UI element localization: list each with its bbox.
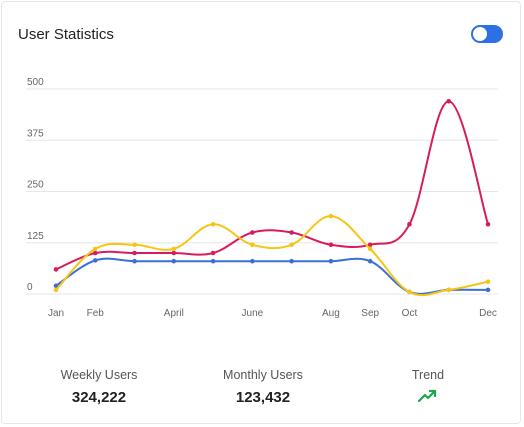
data-point	[53, 267, 59, 272]
chart-grid	[26, 88, 498, 295]
data-point	[485, 222, 491, 227]
data-point	[210, 222, 216, 227]
x-tick-label: Sep	[361, 308, 379, 319]
x-tick-label: Feb	[87, 308, 105, 319]
data-point	[446, 99, 452, 104]
data-point	[407, 289, 412, 295]
data-point	[446, 287, 452, 293]
trend-label: Trend	[411, 368, 445, 382]
data-point	[132, 242, 137, 248]
data-point	[485, 287, 491, 293]
monthly-users-stat: Monthly Users 123,432	[183, 368, 343, 406]
data-point	[92, 258, 98, 263]
chart-series	[53, 99, 491, 297]
x-axis-ticks: Jan Feb April June Aug Sep Oct Dec	[48, 308, 497, 319]
data-point	[328, 242, 334, 248]
weekly-users-stat: Weekly Users 324,222	[19, 368, 179, 406]
weekly-users-label: Weekly Users	[60, 368, 138, 382]
data-point	[328, 258, 334, 264]
monthly-users-value: 123,432	[235, 389, 291, 406]
x-tick-label: June	[242, 308, 264, 319]
series-line	[55, 215, 489, 297]
x-tick-label: Aug	[322, 308, 340, 319]
data-point	[407, 222, 412, 227]
y-tick-label: 125	[27, 231, 44, 242]
data-point	[132, 250, 137, 256]
data-point	[328, 213, 334, 219]
data-point	[92, 250, 98, 256]
data-point	[210, 250, 216, 256]
series-1	[53, 257, 491, 295]
data-point	[171, 246, 177, 252]
y-tick-label: 250	[27, 180, 44, 191]
data-point	[485, 279, 491, 285]
data-point	[53, 287, 59, 293]
x-tick-label: Dec	[479, 308, 497, 319]
series-3	[53, 213, 491, 297]
series-line	[55, 257, 489, 295]
data-point	[367, 258, 373, 264]
data-point	[210, 258, 216, 264]
y-tick-label: 500	[27, 77, 44, 88]
user-statistics-line-chart: 0 125 250 375 500 Jan Feb April June Aug Sep Oct De…	[26, 77, 498, 319]
monthly-users-label: Monthly Users	[223, 368, 303, 382]
data-point	[367, 246, 373, 252]
x-tick-label: Jan	[48, 308, 64, 319]
data-point	[171, 258, 177, 264]
trending-up-icon	[417, 389, 438, 408]
data-point	[92, 246, 98, 252]
series-2	[53, 99, 491, 272]
weekly-users-value: 324,222	[71, 389, 127, 406]
x-tick-label: April	[164, 308, 184, 319]
data-point	[171, 250, 177, 256]
data-point	[289, 230, 294, 235]
data-point	[289, 258, 294, 264]
trend-stat: Trend	[348, 368, 508, 408]
y-tick-label: 375	[27, 128, 44, 139]
x-tick-label: Oct	[402, 308, 418, 319]
data-point	[250, 258, 255, 264]
data-point	[289, 242, 294, 248]
data-point	[250, 242, 255, 248]
data-point	[132, 258, 137, 264]
y-axis-ticks: 0 125 250 375 500	[27, 77, 44, 293]
data-point	[250, 230, 255, 235]
y-tick-label: 0	[27, 282, 33, 293]
